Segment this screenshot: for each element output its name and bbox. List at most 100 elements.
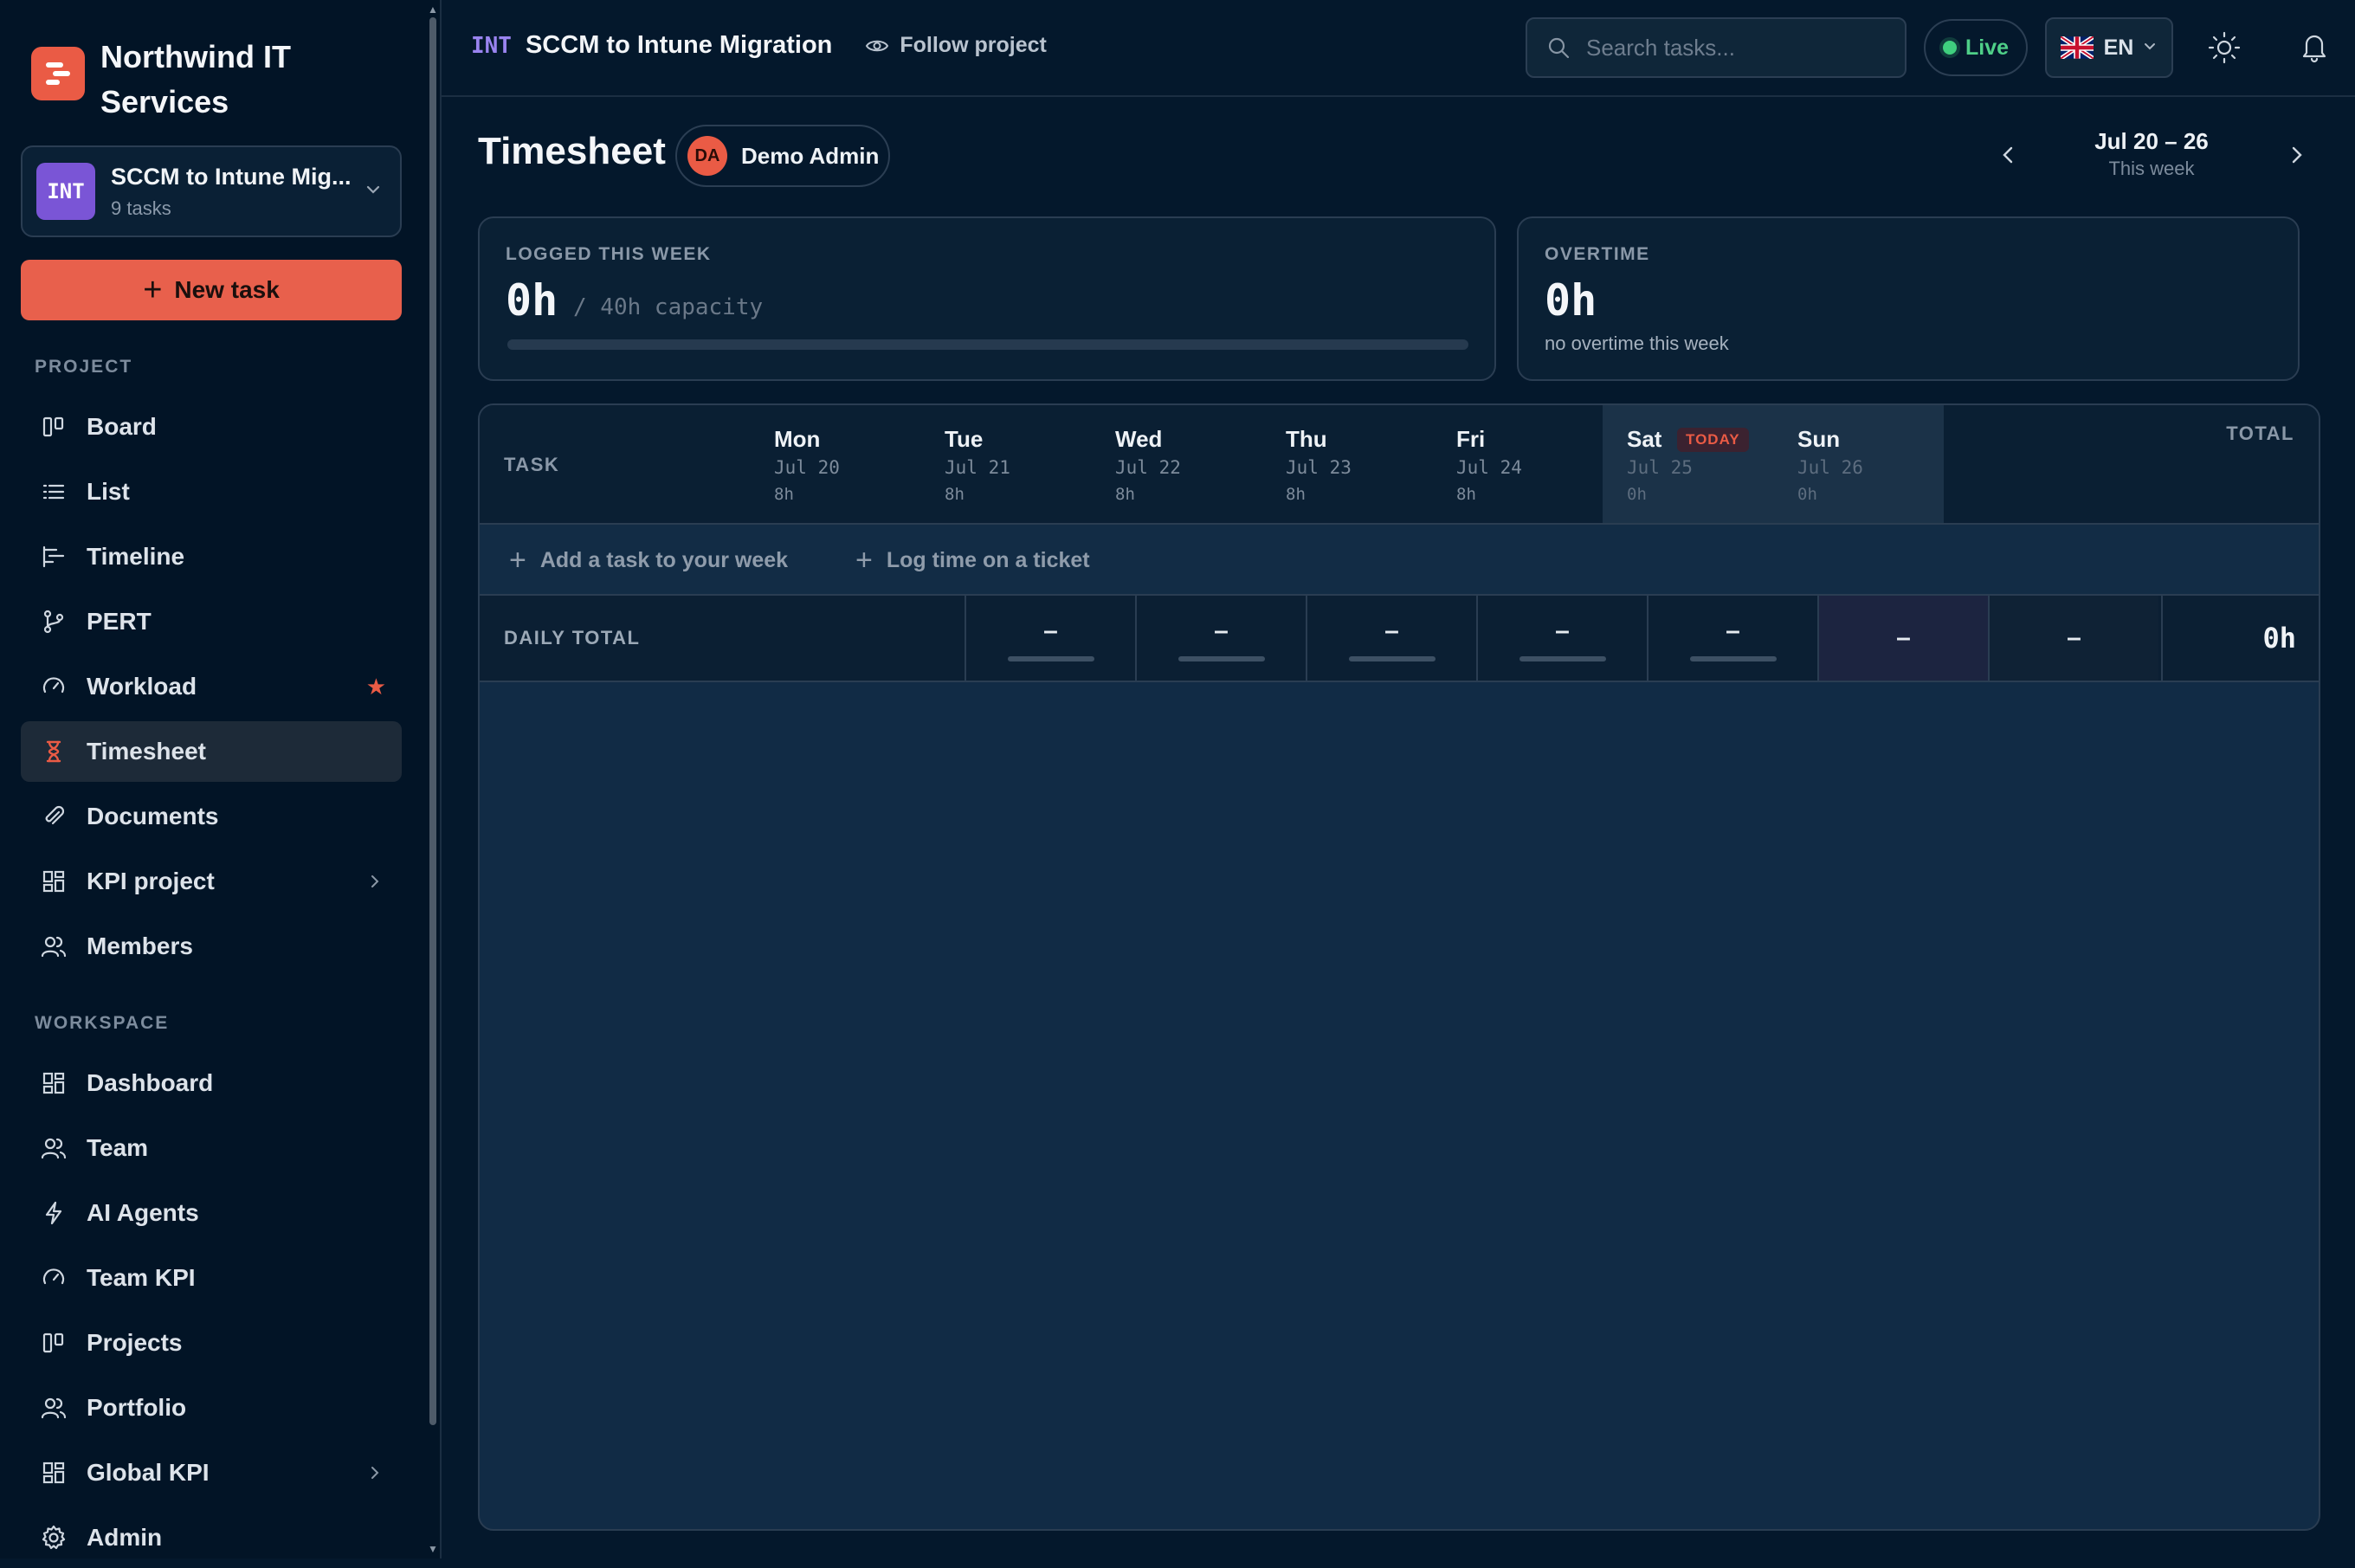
- sidebar-item-dashboard[interactable]: Dashboard: [21, 1053, 402, 1113]
- sidebar-item-label: KPI project: [87, 868, 215, 894]
- app: Northwind IT Services INT SCCM to Intune…: [0, 0, 2355, 1558]
- day-capacity: 8h: [1115, 485, 1135, 504]
- day-date: Jul 26: [1797, 457, 1863, 478]
- gear-icon: [38, 1522, 69, 1553]
- daily-total-value: –: [1896, 623, 1911, 652]
- sidebar-item-board[interactable]: Board: [21, 397, 402, 457]
- sidebar-item-admin[interactable]: Admin: [21, 1507, 402, 1568]
- today-badge: TODAY: [1677, 428, 1749, 452]
- users-icon: [38, 1392, 69, 1423]
- sidebar-item-projects[interactable]: Projects: [21, 1313, 402, 1373]
- star-icon: ★: [365, 673, 386, 700]
- day-header-tue: Tue Jul 21 8h: [920, 405, 1091, 523]
- user-filter-chip[interactable]: DA Demo Admin: [675, 125, 890, 187]
- week-range: Jul 20 – 26: [2094, 128, 2209, 154]
- board-icon: [38, 411, 69, 442]
- chevron-right-icon: [367, 1459, 383, 1487]
- user-name: Demo Admin: [741, 142, 880, 169]
- sidebar-item-kpi-project[interactable]: KPI project: [21, 851, 402, 912]
- timesheet-grid: TASK Mon Jul 20 8h Tue Jul 21 8h Wed Jul…: [478, 403, 2320, 1531]
- day-capacity: 0h: [1627, 485, 1647, 504]
- new-task-button[interactable]: + New task: [21, 260, 402, 320]
- timeline-icon: [38, 541, 69, 572]
- search-box[interactable]: [1526, 17, 1907, 78]
- sidebar-item-ai-agents[interactable]: AI Agents: [21, 1183, 402, 1243]
- daily-total-label: DAILY TOTAL: [504, 627, 641, 648]
- users-icon: [38, 931, 69, 962]
- day-header-wed: Wed Jul 22 8h: [1091, 405, 1261, 523]
- daily-total-bar: [1008, 656, 1094, 661]
- pert-icon: [38, 606, 69, 637]
- sidebar-item-global-kpi[interactable]: Global KPI: [21, 1442, 402, 1503]
- log-time-on-ticket-button[interactable]: + Log time on a ticket: [855, 545, 1090, 575]
- sidebar-item-team[interactable]: Team: [21, 1118, 402, 1178]
- logged-value: 0h: [506, 275, 558, 326]
- follow-project-button[interactable]: Follow project: [865, 33, 1047, 58]
- sidebar-item-workload[interactable]: Workload ★: [21, 656, 402, 717]
- sidebar: Northwind IT Services INT SCCM to Intune…: [0, 0, 442, 1558]
- sidebar-item-timesheet[interactable]: Timesheet: [21, 721, 402, 782]
- chevron-left-icon: [2003, 146, 2013, 164]
- day-name: Fri: [1456, 426, 1486, 452]
- language-selector[interactable]: EN: [2045, 17, 2173, 78]
- search-input[interactable]: [1584, 33, 1882, 62]
- notifications-button[interactable]: [2293, 26, 2336, 74]
- sun-icon: [2208, 31, 2241, 64]
- dashboard-icon: [38, 1457, 69, 1488]
- daily-total-value: –: [1726, 616, 1740, 645]
- brand[interactable]: Northwind IT Services: [31, 35, 360, 125]
- daily-total-bar: [1690, 656, 1777, 661]
- day-date: Jul 20: [774, 457, 840, 478]
- daily-total-cell-today: –: [1817, 596, 1988, 681]
- overtime-card: OVERTIME 0h no overtime this week: [1517, 216, 2300, 381]
- sidebar-item-documents[interactable]: Documents: [21, 786, 402, 847]
- daily-total-bar: [1178, 656, 1265, 661]
- add-task-to-week-button[interactable]: + Add a task to your week: [509, 545, 788, 575]
- daily-total-row: DAILY TOTAL – – – – – – – 0h: [480, 596, 2319, 682]
- users-icon: [38, 1132, 69, 1164]
- project-task-count: 9 tasks: [111, 197, 171, 219]
- sidebar-item-list[interactable]: List: [21, 461, 402, 522]
- daily-total-value: –: [1043, 616, 1058, 645]
- day-date: Jul 24: [1456, 457, 1522, 478]
- day-header-mon: Mon Jul 20 8h: [750, 405, 920, 523]
- day-date: Jul 21: [945, 457, 1010, 478]
- day-name: Sun: [1797, 426, 1841, 452]
- sidebar-item-label: Workload: [87, 673, 197, 700]
- day-capacity: 0h: [1797, 485, 1817, 504]
- daily-total-value: –: [1384, 616, 1399, 645]
- overtime-label: OVERTIME: [1545, 244, 1650, 264]
- gauge-icon: [38, 1262, 69, 1294]
- day-name: Sat: [1627, 426, 1662, 452]
- plus-icon: +: [143, 272, 163, 308]
- plus-icon: +: [509, 544, 526, 577]
- sidebar-item-label: PERT: [87, 608, 152, 635]
- daily-total-cell: –: [1135, 596, 1306, 681]
- new-task-label: New task: [174, 276, 280, 303]
- sidebar-item-timeline[interactable]: Timeline: [21, 526, 402, 587]
- previous-week-button[interactable]: [1993, 140, 2023, 174]
- sidebar-item-pert[interactable]: PERT: [21, 591, 402, 652]
- sidebar-item-label: Team KPI: [87, 1264, 196, 1291]
- avatar: DA: [687, 136, 727, 176]
- sidebar-item-team-kpi[interactable]: Team KPI: [21, 1248, 402, 1308]
- project-switcher[interactable]: INT SCCM to Intune Mig... 9 tasks: [21, 145, 402, 237]
- plus-icon: +: [855, 544, 873, 577]
- sidebar-item-label: Admin: [87, 1524, 163, 1551]
- bell-icon: [2302, 35, 2326, 63]
- day-header-fri: Fri Jul 24 8h: [1432, 405, 1603, 523]
- day-name: Thu: [1286, 426, 1327, 452]
- next-week-button[interactable]: [2282, 140, 2312, 174]
- sidebar-item-members[interactable]: Members: [21, 916, 402, 977]
- page-title: Timesheet: [478, 130, 666, 172]
- live-status-badge[interactable]: Live: [1924, 19, 2028, 76]
- theme-toggle-button[interactable]: [2203, 26, 2246, 74]
- sidebar-scrollbar-thumb[interactable]: [429, 17, 436, 1425]
- total-column-header: TOTAL: [2226, 423, 2294, 444]
- capacity-label: / 40h capacity: [573, 294, 764, 320]
- scroll-down-arrow[interactable]: ▼: [428, 1543, 438, 1555]
- week-total-cell: 0h: [2161, 596, 2319, 681]
- scroll-up-arrow[interactable]: ▲: [428, 3, 438, 16]
- project-title: SCCM to Intune Migration: [525, 31, 833, 59]
- sidebar-item-portfolio[interactable]: Portfolio: [21, 1378, 402, 1438]
